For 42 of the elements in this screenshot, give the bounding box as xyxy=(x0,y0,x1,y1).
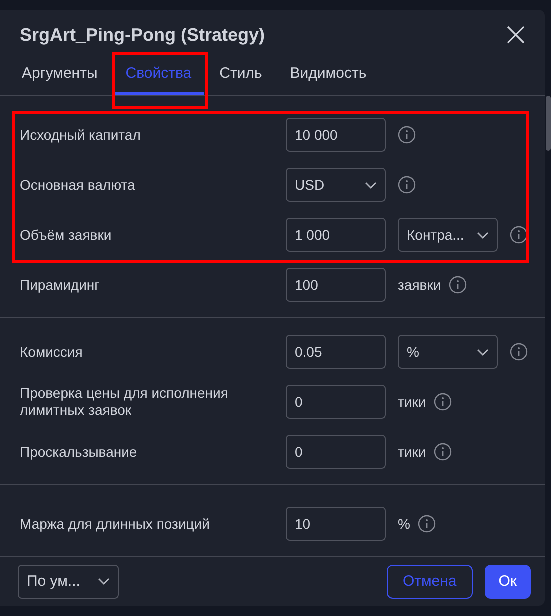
number-input[interactable]: 0 xyxy=(286,385,386,420)
ok-button[interactable]: Ок xyxy=(484,564,531,599)
dropdown[interactable]: USD xyxy=(286,168,386,202)
number-input[interactable]: 10 xyxy=(286,507,386,542)
unit-label: тики xyxy=(398,394,426,410)
tab[interactable]: Видимость xyxy=(278,60,379,96)
chevron-down-icon xyxy=(365,182,377,189)
info-icon[interactable] xyxy=(449,276,468,294)
number-input[interactable]: 1 000 xyxy=(286,218,386,252)
info-icon[interactable] xyxy=(434,393,452,412)
field-label: Основная валюта xyxy=(20,176,136,194)
dropdown[interactable]: Контра... xyxy=(398,218,498,252)
info-icon[interactable] xyxy=(510,226,528,244)
dialog-title: SrgArt_Ping-Pong (Strategy) xyxy=(20,24,266,46)
field-label: Объём заявки xyxy=(20,226,113,244)
close-icon[interactable] xyxy=(507,26,525,44)
info-icon[interactable] xyxy=(398,176,416,194)
unit-label: % xyxy=(398,516,410,532)
info-icon[interactable] xyxy=(398,126,416,144)
tab[interactable]: Аргументы xyxy=(10,60,110,96)
field-label: Проскальзывание xyxy=(20,444,138,461)
info-icon[interactable] xyxy=(434,443,452,462)
chevron-down-icon xyxy=(477,232,489,239)
info-icon[interactable] xyxy=(418,515,436,534)
field-label: Пирамидинг xyxy=(20,276,101,294)
number-input[interactable]: 10 000 xyxy=(286,118,386,152)
chevron-down-icon xyxy=(477,348,489,356)
number-input[interactable]: 0.05 xyxy=(286,335,386,370)
unit-label: заявки xyxy=(398,277,442,294)
scrollbar-thumb[interactable] xyxy=(546,96,551,152)
dropdown[interactable]: % xyxy=(398,335,498,370)
field-label: Комиссия xyxy=(20,344,84,361)
field-label: Проверка цены для исполнения лимитных заявок xyxy=(20,385,230,420)
number-input[interactable]: 100 xyxy=(286,268,386,302)
field-label: Исходный капитал xyxy=(20,126,142,144)
info-icon[interactable] xyxy=(510,343,528,362)
field-label: Маржа для длинных позиций xyxy=(20,516,211,533)
unit-label: тики xyxy=(398,444,426,460)
number-input[interactable]: 0 xyxy=(286,435,386,470)
preset-dropdown[interactable]: По ум... xyxy=(18,564,119,599)
chevron-down-icon xyxy=(98,578,110,586)
tab[interactable]: Стиль xyxy=(208,60,274,96)
